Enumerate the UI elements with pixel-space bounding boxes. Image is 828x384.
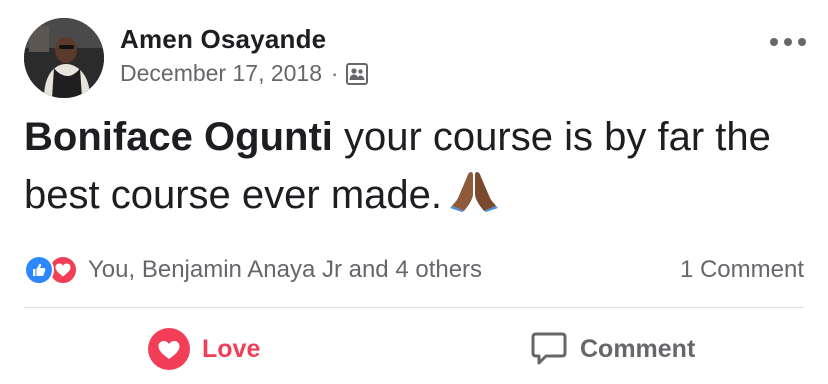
avatar[interactable] — [24, 18, 104, 98]
divider — [24, 307, 804, 308]
friends-group-icon — [346, 62, 369, 85]
reactions-left[interactable]: You, Benjamin Anaya Jr and 4 others — [24, 255, 482, 285]
post-card: Amen Osayande December 17, 2018 · Bonifa… — [0, 0, 828, 384]
mention-link[interactable]: Boniface Ogunti — [24, 115, 333, 159]
comment-label: Comment — [580, 334, 696, 363]
post-meta: December 17, 2018 · — [120, 60, 369, 87]
love-label: Love — [202, 334, 261, 363]
avatar-photo — [24, 18, 104, 98]
reactions-summary[interactable]: You, Benjamin Anaya Jr and 4 others 1 Co… — [24, 254, 804, 286]
post-message: Boniface Ogunti your course is by far th… — [24, 108, 814, 228]
meta-separator: · — [331, 60, 339, 86]
reaction-icons[interactable] — [24, 255, 78, 285]
folded-hands-emoji — [450, 168, 498, 228]
reaction-names[interactable]: You, Benjamin Anaya Jr and 4 others — [88, 256, 482, 284]
author-name[interactable]: Amen Osayande — [120, 24, 326, 55]
comment-button[interactable]: Comment — [530, 326, 695, 372]
comment-bubble-icon — [530, 331, 568, 367]
love-heart-icon — [148, 328, 190, 370]
love-button[interactable]: Love — [148, 326, 260, 372]
like-reaction-icon — [24, 255, 54, 285]
post-date[interactable]: December 17, 2018 — [120, 60, 322, 87]
comment-count[interactable]: 1 Comment — [680, 256, 804, 284]
more-options-icon[interactable] — [770, 32, 806, 52]
